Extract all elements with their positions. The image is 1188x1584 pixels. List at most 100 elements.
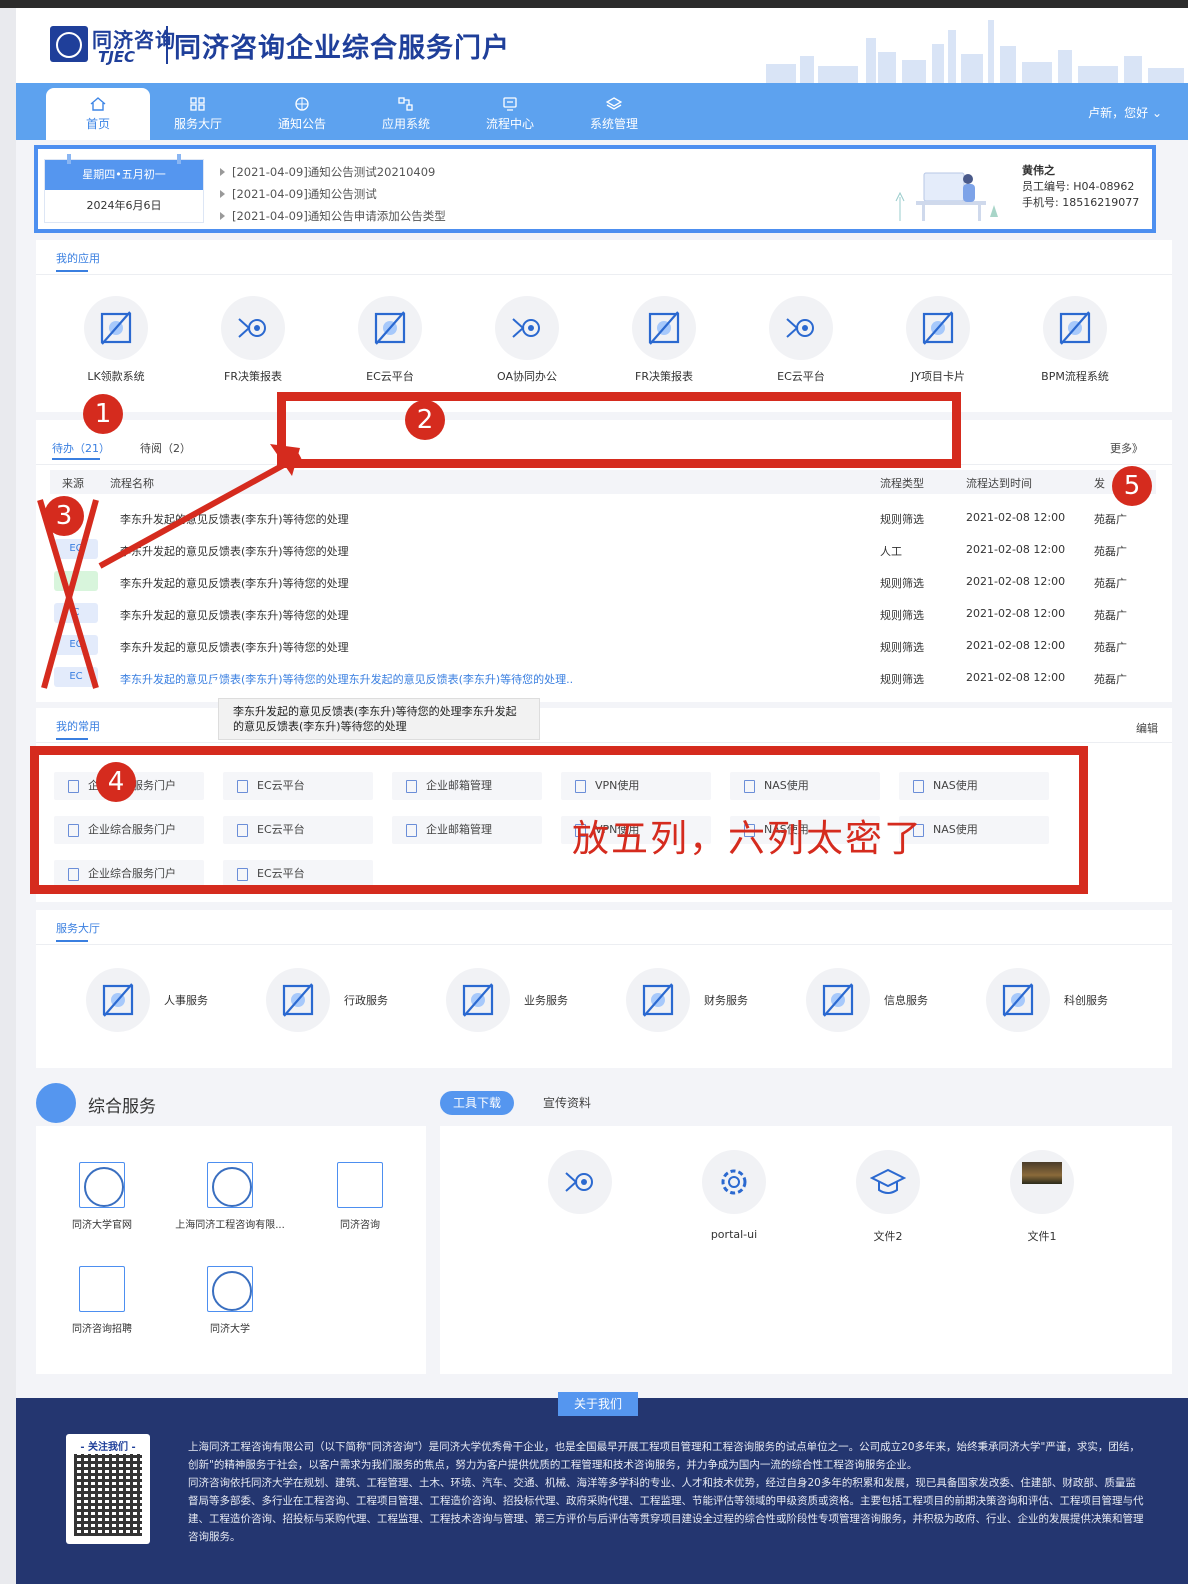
target-icon	[221, 296, 285, 360]
edit-link[interactable]: 编辑	[1136, 720, 1158, 736]
link-tjec-company[interactable]: 上海同济工程咨询有限...	[170, 1162, 290, 1231]
flow-name[interactable]: 李东升发起的意见反馈表(李东升)等待您的处理	[120, 607, 349, 623]
service-item[interactable]: 科创服务	[986, 968, 1146, 1032]
logo-text-en: TJEC	[98, 48, 136, 66]
flow-name[interactable]: 李东升发起的意见反馈表(李东升)等待您的处理	[120, 575, 349, 591]
app-icon	[358, 296, 422, 360]
service-label: 人事服务	[164, 994, 208, 1007]
links-card: 同济大学官网 上海同济工程咨询有限... 同济咨询 同济咨询招聘 同济大学	[36, 1126, 426, 1374]
flow-name[interactable]: 李东升发起的意见反馈表(李东升)等待您的处理东升发起的意见反馈表(李东升)等待您…	[120, 671, 573, 687]
tool-label: 文件2	[873, 1230, 903, 1243]
common-tab[interactable]: 我的常用	[56, 718, 100, 740]
flow-initiator: 苑磊广	[1094, 513, 1127, 526]
link-tjec-jobs[interactable]: 同济咨询招聘	[42, 1266, 162, 1335]
tab-promo-materials[interactable]: 宣传资料	[530, 1091, 604, 1115]
tab-todo[interactable]: 待办（21）	[52, 440, 110, 456]
nav-service-hall[interactable]: 服务大厅	[146, 83, 250, 140]
tool-item[interactable]	[520, 1150, 640, 1228]
app-item[interactable]: FR决策报表	[203, 296, 303, 384]
user-greeting: 卢新，您好	[1088, 106, 1149, 120]
nav-app-systems[interactable]: 应用系统	[354, 83, 458, 140]
tab-to-read[interactable]: 待阅（2）	[140, 440, 191, 456]
app-item[interactable]: EC云平台	[751, 296, 851, 384]
more-link[interactable]: 更多》	[1110, 440, 1143, 456]
app-item[interactable]: JY项目卡片	[888, 296, 988, 384]
service-item[interactable]: 行政服务	[266, 968, 426, 1032]
table-row[interactable]: C 李东升发起的意见反馈表(李东升)等待您的处理 规则筛选 2021-02-08 12…	[50, 598, 1150, 630]
divider	[36, 944, 1172, 945]
source-badge: EC	[54, 635, 98, 655]
app-item[interactable]: FR决策报表	[614, 296, 714, 384]
left-margin	[0, 8, 16, 1584]
qr-code-icon	[74, 1454, 142, 1536]
service-item[interactable]: 人事服务	[86, 968, 246, 1032]
tab-tool-download[interactable]: 工具下载	[440, 1091, 515, 1115]
calendar-pin	[177, 154, 181, 164]
my-apps-tab[interactable]: 我的应用	[56, 250, 100, 272]
gear-icon	[702, 1150, 766, 1214]
table-header: 来源 流程名称 流程类型 流程达到时间 发	[50, 470, 1156, 494]
app-item[interactable]: EC云平台	[340, 296, 440, 384]
flow-type: 规则筛选	[880, 513, 924, 526]
service-icon	[626, 968, 690, 1032]
service-item[interactable]: 信息服务	[806, 968, 966, 1032]
table-row[interactable]: 李东升发起的意见反馈表(李东升)等待您的处理 规则筛选 2021-02-08 12:…	[50, 502, 1150, 534]
flow-type: 规则筛选	[880, 641, 924, 654]
logo-divider	[166, 26, 168, 64]
app-item[interactable]: LK领款系统	[66, 296, 166, 384]
col-source: 来源	[62, 477, 84, 490]
flow-time: 2021-02-08 12:00	[966, 511, 1066, 524]
app-label: EC云平台	[777, 370, 825, 383]
nav-flow-center[interactable]: 流程中心	[458, 83, 562, 140]
notice-item[interactable]: [2021-04-09]通知公告申请添加公告类型	[220, 205, 446, 227]
annotation-marker-3: 3	[44, 496, 84, 536]
link-tongji[interactable]: 同济大学	[170, 1266, 290, 1335]
notice-item[interactable]: [2021-04-09]通知公告测试	[220, 183, 446, 205]
annotation-marker-5: 5	[1112, 466, 1152, 506]
link-tjec[interactable]: 同济咨询	[300, 1162, 420, 1231]
user-menu[interactable]: 卢新，您好 ⌄	[1088, 104, 1162, 121]
nav-label: 流程中心	[485, 117, 534, 131]
nav-notices[interactable]: 通知公告	[250, 83, 354, 140]
profile-phone: 手机号: 18516219077	[1022, 196, 1140, 209]
app-item[interactable]: BPM流程系统	[1025, 296, 1125, 384]
source-badge: EC	[54, 667, 98, 687]
graduation-cap-icon	[856, 1150, 920, 1214]
col-initiator: 发	[1094, 477, 1105, 490]
home-icon	[90, 97, 106, 111]
flow-initiator: 苑磊广	[1094, 641, 1127, 654]
tongji-seal-icon	[207, 1162, 253, 1208]
flow-time: 2021-02-08 12:00	[966, 671, 1066, 684]
service-hall-tab[interactable]: 服务大厅	[56, 920, 100, 942]
source-badge: EC	[54, 539, 98, 559]
table-row[interactable]: EC 李东升发起的意见反馈表(李东升)等待您的处理 人工 2021-02-08 12:…	[50, 534, 1150, 566]
flow-name[interactable]: 李东升发起的意见反馈表(李东升)等待您的处理	[120, 511, 349, 527]
service-item[interactable]: 业务服务	[446, 968, 606, 1032]
link-tongji-univ[interactable]: 同济大学官网	[42, 1162, 162, 1231]
annotation-marker-4: 4	[96, 762, 136, 802]
nav-system-admin[interactable]: 系统管理	[562, 83, 666, 140]
service-icon	[86, 968, 150, 1032]
tool-item[interactable]: 文件2	[828, 1150, 948, 1244]
nav-home[interactable]: 首页	[46, 88, 150, 140]
notice-item[interactable]: [2021-04-09]通知公告测试20210409	[220, 161, 446, 183]
notice-list: [2021-04-09]通知公告测试20210409 [2021-04-09]通…	[220, 161, 446, 227]
service-label: 信息服务	[884, 994, 928, 1007]
divider	[36, 274, 1172, 275]
app-label: FR决策报表	[635, 370, 693, 383]
app-item[interactable]: OA协同办公	[477, 296, 577, 384]
flow-name[interactable]: 李东升发起的意见反馈表(李东升)等待您的处理	[120, 543, 349, 559]
col-time: 流程达到时间	[966, 477, 1032, 490]
flow-name[interactable]: 李东升发起的意见反馈表(李东升)等待您的处理	[120, 639, 349, 655]
table-row[interactable]: 李东升发起的意见反馈表(李东升)等待您的处理 规则筛选 2021-02-08 12:…	[50, 566, 1150, 598]
tool-item[interactable]: portal-ui	[674, 1150, 794, 1241]
app-label: BPM流程系统	[1041, 370, 1109, 383]
current-date: 2024年6月6日	[86, 199, 162, 212]
service-label: 行政服务	[344, 994, 388, 1007]
user-profile: 黄伟之 员工编号: H04-08962 手机号: 18516219077	[1022, 163, 1139, 211]
tool-item[interactable]: 文件1	[982, 1150, 1102, 1244]
table-row[interactable]: EC 李东升发起的意见反馈表(李东升)等待您的处理 规则筛选 2021-02-08 1…	[50, 630, 1150, 662]
about-paragraph: 同济咨询依托同济大学在规划、建筑、工程管理、土木、环境、汽车、交通、机械、海洋等…	[188, 1477, 1144, 1543]
service-item[interactable]: 财务服务	[626, 968, 786, 1032]
company-logo-icon[interactable]	[50, 26, 88, 62]
